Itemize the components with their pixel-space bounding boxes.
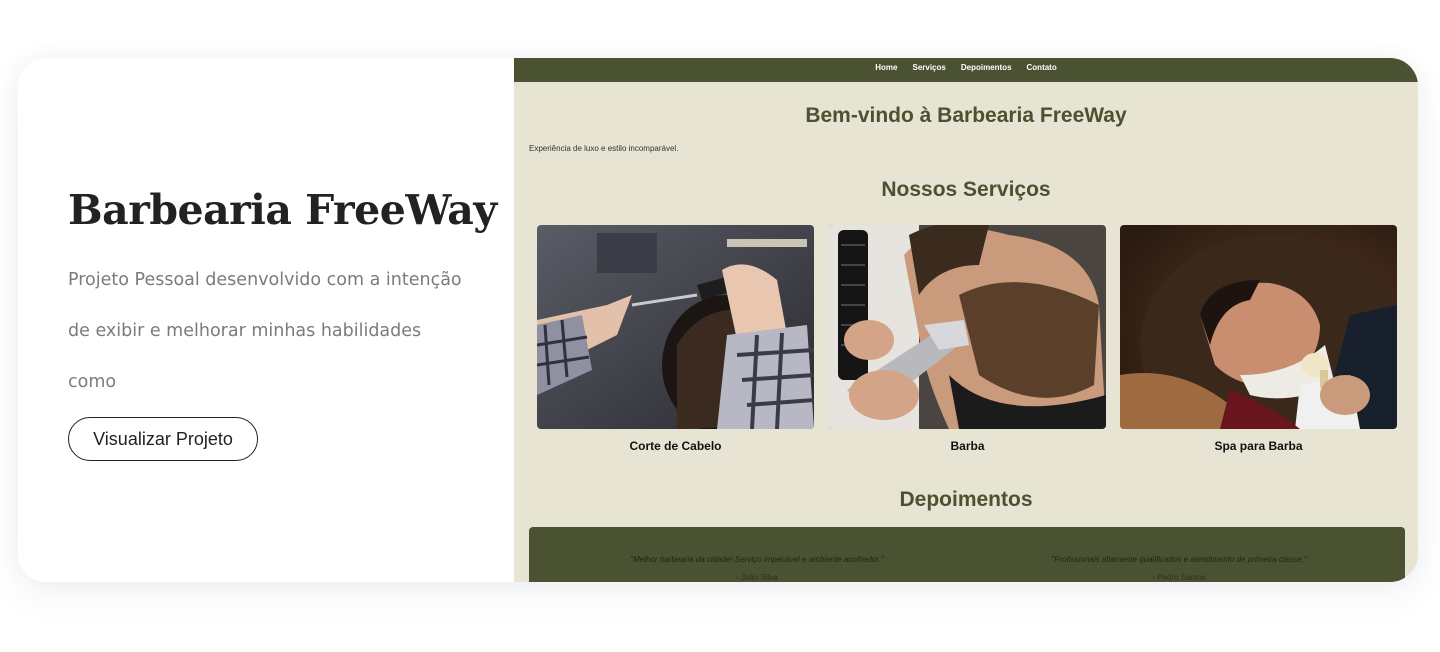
site-preview[interactable]: Home Serviços Depoimentos Contato Bem-vi… <box>514 58 1418 582</box>
tagline: Experiência de luxo e estilo incomparáve… <box>529 144 679 153</box>
nav-home[interactable]: Home <box>875 63 897 82</box>
project-title: Barbearia FreeWay <box>68 186 497 234</box>
testimonial-author: - Pedro Santos <box>1152 573 1206 582</box>
project-info: Barbearia FreeWay Projeto Pessoal desenv… <box>18 58 514 582</box>
view-project-button[interactable]: Visualizar Projeto <box>68 417 258 461</box>
nav-testimonials[interactable]: Depoimentos <box>961 63 1012 82</box>
welcome-heading: Bem-vindo à Barbearia FreeWay <box>805 104 1127 127</box>
service-label: Barba <box>950 439 985 453</box>
beard-spa-photo <box>1120 225 1397 429</box>
services-heading: Nossos Serviços <box>881 178 1051 201</box>
site-nav: Home Serviços Depoimentos Contato <box>514 58 1418 82</box>
service-card: Corte de Cabelo <box>537 225 814 453</box>
description-line: Projeto Pessoal desenvolvido com a inten… <box>68 270 462 290</box>
beard-trim-photo <box>829 225 1106 429</box>
nav-services[interactable]: Serviços <box>912 63 945 82</box>
description-line: de exibir e melhorar minhas habilidades … <box>68 321 422 392</box>
service-card: Spa para Barba <box>1120 225 1397 453</box>
service-label: Corte de Cabelo <box>629 439 722 453</box>
testimonial-quote: "Melhor barbearia da cidade! Serviço imp… <box>630 555 884 564</box>
testimonial-author: - João Silva <box>736 573 778 582</box>
service-card: Barba <box>829 225 1106 453</box>
service-label: Spa para Barba <box>1214 439 1303 453</box>
testimonials-heading: Depoimentos <box>899 488 1033 511</box>
nav-contact[interactable]: Contato <box>1027 63 1057 82</box>
haircut-photo <box>537 225 814 429</box>
testimonial-quote: "Profissionais altamente qualificados e … <box>1051 555 1307 564</box>
testimonials-panel: "Melhor barbearia da cidade! Serviço imp… <box>529 527 1405 582</box>
project-card: Barbearia FreeWay Projeto Pessoal desenv… <box>18 58 1418 582</box>
